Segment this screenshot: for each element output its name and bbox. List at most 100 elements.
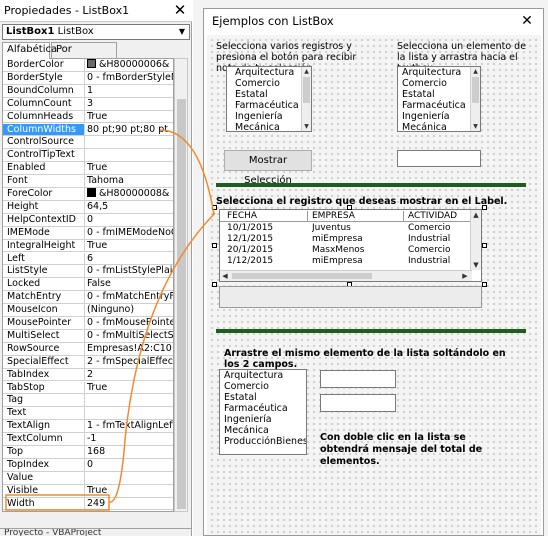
property-value[interactable]: 0 - fmBorderStyleNone bbox=[87, 72, 173, 84]
property-row[interactable]: IMEMode0 - fmIMEModeNoControl bbox=[3, 226, 173, 240]
property-value[interactable]: True bbox=[87, 162, 173, 174]
property-value[interactable]: 2 bbox=[87, 369, 173, 381]
listbox-drag-source[interactable]: Arquitectura Comercio Estatal Farmacéutica I… bbox=[397, 66, 481, 132]
list-item[interactable]: Farmacéutica bbox=[220, 403, 306, 414]
property-value[interactable]: True bbox=[87, 240, 173, 252]
scroll-down-icon[interactable]: ▼ bbox=[471, 260, 481, 270]
property-row[interactable]: MatchEntry0 - fmMatchEntryFirstLetter bbox=[3, 291, 173, 305]
property-row[interactable]: ColumnWidths 80 pt;90 pt;80 pt bbox=[3, 123, 173, 137]
property-value[interactable]: True bbox=[87, 382, 173, 394]
close-icon[interactable]: ✕ bbox=[519, 13, 535, 29]
scroll-up-icon[interactable]: ▲ bbox=[471, 210, 481, 220]
property-row[interactable]: Visible True bbox=[3, 484, 173, 498]
list-item[interactable]: ProducciónBienes bbox=[220, 436, 306, 447]
property-value[interactable]: -1 bbox=[87, 433, 173, 445]
drop-target-textbox[interactable] bbox=[397, 150, 481, 167]
property-row[interactable]: Value bbox=[3, 471, 173, 485]
table-row[interactable]: 20/1/2015 MasxMenos Comercio bbox=[220, 245, 470, 256]
list-item[interactable]: Comercio bbox=[220, 381, 306, 392]
property-value[interactable]: 6 bbox=[87, 253, 173, 265]
tab-categorized[interactable]: Por categorías bbox=[51, 42, 117, 69]
scroll-up-icon[interactable]: ▲ bbox=[471, 67, 480, 76]
list-item[interactable]: Mecánica bbox=[227, 122, 311, 131]
property-value[interactable]: 0 bbox=[87, 459, 173, 471]
property-value[interactable] bbox=[87, 394, 173, 406]
property-value[interactable]: Empresas!A2:C10 bbox=[87, 343, 173, 355]
property-row[interactable]: ColumnCount 3 bbox=[3, 97, 173, 111]
close-icon[interactable]: ✕ bbox=[172, 2, 188, 18]
show-selection-button[interactable]: Mostrar Selección bbox=[224, 150, 312, 186]
property-value[interactable]: &H80000006& bbox=[87, 59, 173, 71]
property-row[interactable]: Left 6 bbox=[3, 252, 173, 266]
table-row[interactable]: 12/1/2015 miEmpresa Industrial bbox=[220, 234, 470, 245]
resize-handle[interactable] bbox=[347, 205, 352, 210]
scrollbar-thumb[interactable] bbox=[177, 99, 186, 509]
list-item[interactable]: Comercio bbox=[227, 78, 311, 89]
property-value[interactable]: Tahoma bbox=[87, 175, 173, 187]
list-item[interactable]: Comercio bbox=[398, 78, 480, 89]
chevron-down-icon[interactable]: ▼ bbox=[175, 25, 189, 39]
tab-alphabetic[interactable]: Alfabética bbox=[2, 42, 57, 59]
resize-handle[interactable] bbox=[212, 205, 217, 210]
property-row[interactable]: Locked False bbox=[3, 278, 173, 292]
drop-textbox-2[interactable] bbox=[320, 394, 396, 412]
property-value[interactable]: True bbox=[87, 111, 173, 123]
resize-handle[interactable] bbox=[482, 243, 487, 248]
property-row[interactable]: BorderColor &H80000006& bbox=[3, 59, 173, 72]
listbox-multiselect[interactable]: Arquitectura Comercio Estatal Farmacéutica I… bbox=[226, 66, 312, 132]
property-row[interactable]: Tag bbox=[3, 394, 173, 408]
property-row[interactable]: BorderStyle0 - fmBorderStyleNone bbox=[3, 71, 173, 85]
listbox-scrollbar[interactable]: ▲ ▼ bbox=[470, 67, 480, 131]
resize-handle[interactable] bbox=[482, 205, 487, 210]
property-row[interactable]: Top 168 bbox=[3, 446, 173, 459]
scroll-left-icon[interactable]: ◀ bbox=[220, 271, 230, 281]
list-item[interactable]: Farmacéutica bbox=[227, 100, 311, 111]
resize-handle[interactable] bbox=[212, 282, 217, 287]
property-value[interactable]: 0 - fmMousePointerDefault bbox=[87, 317, 173, 329]
property-row[interactable]: Font Tahoma bbox=[3, 175, 173, 188]
property-value[interactable]: 1 - fmTextAlignLeft bbox=[87, 420, 173, 432]
scroll-right-icon[interactable]: ▶ bbox=[460, 271, 470, 281]
property-row[interactable]: ListStyle 0 - fmListStylePlain bbox=[3, 265, 173, 279]
property-row[interactable]: ForeColor &H80000008& bbox=[3, 188, 173, 201]
drop-textbox-1[interactable] bbox=[320, 370, 396, 388]
property-value[interactable] bbox=[87, 407, 173, 419]
list-item[interactable]: Farmacéutica bbox=[398, 100, 480, 111]
property-row[interactable]: HelpContextID 0 bbox=[3, 213, 173, 227]
property-value[interactable]: 80 pt;90 pt;80 pt bbox=[87, 124, 173, 136]
scroll-down-icon[interactable]: ▼ bbox=[302, 122, 311, 131]
property-value[interactable] bbox=[87, 136, 173, 148]
resize-handle[interactable] bbox=[212, 243, 217, 248]
list-item[interactable]: Estatal bbox=[398, 89, 480, 100]
list-item[interactable]: Ingeniería bbox=[398, 111, 480, 122]
listbox-horizontal-scrollbar[interactable]: ◀ ▶ bbox=[220, 270, 472, 281]
property-value[interactable]: 64,5 bbox=[87, 201, 173, 213]
property-row[interactable]: TextAlign 1 - fmTextAlignLeft bbox=[3, 420, 173, 434]
property-value[interactable]: 2 - fmSpecialEffectSunken bbox=[87, 356, 173, 368]
property-value[interactable]: 0 - fmListStylePlain bbox=[87, 265, 173, 277]
property-row[interactable]: TopIndex 0 bbox=[3, 458, 173, 472]
property-row[interactable]: Text bbox=[3, 407, 173, 421]
property-row[interactable]: BoundColumn 1 bbox=[3, 84, 173, 98]
property-value[interactable] bbox=[87, 149, 173, 161]
list-item[interactable]: Mecánica bbox=[398, 122, 480, 131]
property-row[interactable]: SpecialEffect2 - fmSpecialEffectSunken bbox=[3, 355, 173, 369]
property-value[interactable]: 249 bbox=[87, 498, 173, 510]
property-value[interactable]: 3 bbox=[87, 98, 173, 110]
property-value[interactable]: 1 bbox=[87, 85, 173, 97]
scroll-down-icon[interactable]: ▼ bbox=[471, 122, 480, 131]
property-value[interactable]: False bbox=[87, 278, 173, 290]
list-item[interactable]: Arquitectura bbox=[398, 67, 480, 78]
list-item[interactable]: Arquitectura bbox=[227, 67, 311, 78]
property-row[interactable]: Width 249 bbox=[3, 497, 173, 511]
property-row[interactable]: MousePointer0 - fmMousePointerDefault bbox=[3, 317, 173, 330]
property-value[interactable]: 168 bbox=[87, 446, 173, 458]
listbox-scrollbar[interactable]: ▲ ▼ bbox=[301, 67, 311, 131]
property-row[interactable]: TextColumn -1 bbox=[3, 433, 173, 446]
property-value[interactable] bbox=[87, 472, 173, 484]
property-value[interactable]: True bbox=[87, 485, 173, 497]
list-item[interactable]: Estatal bbox=[220, 392, 306, 403]
property-row[interactable]: RowSource Empresas!A2:C10 bbox=[3, 342, 173, 356]
property-row[interactable]: Height 64,5 bbox=[3, 200, 173, 214]
property-value[interactable]: &H80000008& bbox=[87, 188, 173, 200]
